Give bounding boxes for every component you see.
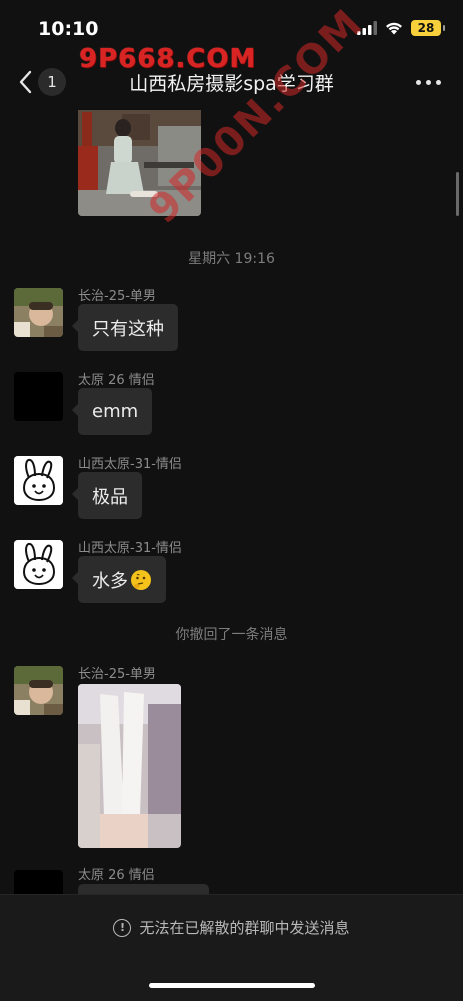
photo-thumbnail: [78, 684, 181, 848]
avatar[interactable]: [14, 372, 63, 421]
battery-icon: 28: [411, 20, 445, 36]
photo-thumbnail: [78, 110, 201, 216]
avatar[interactable]: [14, 540, 63, 589]
signal-icon: [357, 21, 377, 35]
image-message-photo[interactable]: [78, 110, 201, 216]
message-text: emm: [92, 401, 139, 422]
info-icon: !: [113, 918, 132, 937]
battery-level: 28: [417, 21, 435, 35]
thinking-emoji-icon: [131, 569, 151, 590]
recall-notice: 你撤回了一条消息: [175, 627, 288, 643]
message-bubble[interactable]: 水多: [72, 556, 166, 603]
bottom-bar: ! 无法在已解散的群聊中发送消息: [0, 894, 463, 1001]
sender-name: 太原 26 情侣: [78, 373, 155, 388]
message-text: 极品: [92, 486, 128, 508]
watermark-logo: 9P668.COM: [79, 44, 257, 74]
status-time: 10:10: [38, 18, 99, 40]
avatar[interactable]: [14, 666, 63, 715]
sender-name: 山西太原-31-情侣: [78, 541, 182, 556]
message-bubble[interactable]: 极品: [72, 472, 142, 519]
status-icons: 28: [357, 20, 445, 36]
avatar[interactable]: [14, 456, 63, 505]
avatar[interactable]: [14, 870, 63, 894]
avatar-photo: [14, 288, 63, 337]
wifi-icon: [386, 22, 402, 35]
message-bubble[interactable]: [78, 884, 209, 894]
sender-name: 山西太原-31-情侣: [78, 457, 182, 472]
message-bubble[interactable]: emm: [71, 388, 153, 435]
sender-name: 太原 26 情侣: [78, 868, 155, 883]
bunny-avatar-icon: [14, 456, 63, 505]
avatar-photo: [14, 666, 63, 715]
home-indicator[interactable]: [149, 983, 315, 988]
bunny-avatar-icon: [14, 540, 63, 589]
more-options-icon[interactable]: [416, 80, 441, 85]
sender-name: 长治-25-单男: [78, 667, 156, 682]
sender-name: 长治-25-单男: [78, 289, 156, 304]
disbanded-notice: ! 无法在已解散的群聊中发送消息: [0, 917, 463, 938]
message-text: 水多: [92, 570, 128, 592]
image-message-photo[interactable]: [78, 684, 181, 848]
chat-timestamp: 星期六 19:16: [188, 251, 275, 267]
message-bubble[interactable]: 只有这种: [72, 304, 178, 351]
scrollbar[interactable]: [456, 172, 459, 216]
message-text: 只有这种: [92, 318, 164, 340]
avatar[interactable]: [14, 288, 63, 337]
disbanded-notice-text: 无法在已解散的群聊中发送消息: [139, 919, 350, 937]
message-list[interactable]: 星期六 19:16 长治-25-单男 只有这种 太原 26 情侣 emm 山西太…: [0, 110, 463, 894]
